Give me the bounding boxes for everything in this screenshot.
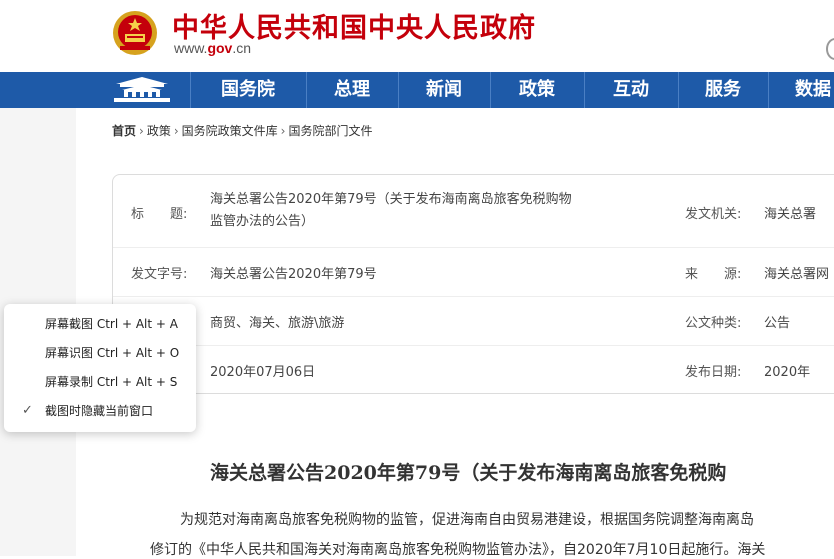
nav-item-news[interactable]: 新闻 [398, 72, 490, 108]
pubdate-value: 2020年 [764, 365, 811, 380]
main-nav: 国务院 总理 新闻 政策 互动 服务 数据 [0, 72, 834, 108]
menu-item-screen-record[interactable]: 屏幕录制 Ctrl + Alt + S [4, 368, 196, 396]
date-value: 2020年07月06日 [210, 365, 316, 380]
nav-item-policy[interactable]: 政策 [490, 72, 584, 108]
menu-item-label: 屏幕截图 Ctrl + Alt + A [45, 317, 178, 331]
issuer-value: 海关总署 [764, 207, 817, 222]
menu-item-label: 截图时隐藏当前窗口 [45, 404, 154, 418]
pubdate-label: 发布日期: [685, 365, 742, 380]
site-header: 中华人民共和国中央人民政府 www.gov.cn [0, 0, 834, 72]
national-emblem-icon[interactable] [112, 10, 158, 56]
menu-item-screen-capture[interactable]: 屏幕截图 Ctrl + Alt + A [4, 310, 196, 338]
article-title: 海关总署公告2020年第79号（关于发布海南离岛旅客免税购 [210, 462, 727, 484]
breadcrumb-separator: › [280, 124, 286, 138]
breadcrumb-department-docs[interactable]: 国务院部门文件 [288, 124, 372, 138]
breadcrumb: 首页 › 政策 › 国务院政策文件库 › 国务院部门文件 [112, 122, 373, 139]
article-paragraph: 为规范对海南离岛旅客免税购物的监管，促进海南自由贸易港建设，根据国务院调整海南离… [180, 512, 754, 528]
menu-item-screen-ocr[interactable]: 屏幕识图 Ctrl + Alt + O [4, 339, 196, 367]
breadcrumb-separator: › [139, 124, 144, 138]
source-label: 来 源: [685, 267, 742, 282]
menu-item-label: 屏幕识图 Ctrl + Alt + O [45, 346, 180, 360]
screenshot-context-menu: 屏幕截图 Ctrl + Alt + A 屏幕识图 Ctrl + Alt + O … [4, 304, 196, 432]
nav-item-interaction[interactable]: 互动 [584, 72, 678, 108]
article-paragraph: 修订的《中华人民共和国海关对海南离岛旅客免税购物监管办法》，自2020年7月10… [150, 542, 766, 558]
checkmark-icon: ✓ [22, 403, 33, 418]
document-info-table: 标 题: 海关总署公告2020年第79号（关于发布海南离岛旅客免税购物监管办法的… [112, 174, 834, 394]
menu-item-hide-window[interactable]: ✓ 截图时隐藏当前窗口 [4, 397, 196, 425]
title-label: 标 题: [131, 207, 188, 222]
url-gov: gov [207, 40, 233, 56]
breadcrumb-policy-library[interactable]: 国务院政策文件库 [182, 124, 278, 138]
url-suffix: .cn [232, 40, 252, 56]
title-value: 海关总署公告2020年第79号（关于发布海南离岛旅客免税购物监管办法的公告） [210, 192, 572, 229]
menu-item-label: 屏幕录制 Ctrl + Alt + S [45, 375, 178, 389]
tiananmen-gate-icon[interactable] [110, 75, 174, 105]
docno-value: 海关总署公告2020年第79号 [210, 267, 377, 282]
nav-item-data[interactable]: 数据 [768, 72, 834, 108]
nav-item-premier[interactable]: 总理 [306, 72, 398, 108]
nav-item-services[interactable]: 服务 [678, 72, 768, 108]
row-divider [113, 296, 834, 297]
source-value: 海关总署网 [764, 267, 830, 282]
site-url[interactable]: www.gov.cn [174, 40, 251, 56]
doctype-label: 公文种类: [685, 316, 742, 331]
doctype-value: 公告 [764, 316, 791, 331]
breadcrumb-policy[interactable]: 政策 [147, 124, 171, 138]
docno-label: 发文字号: [131, 267, 188, 282]
url-prefix: www. [174, 40, 208, 56]
search-icon[interactable] [826, 38, 834, 60]
row-divider [113, 345, 834, 346]
breadcrumb-home[interactable]: 首页 [112, 124, 136, 138]
issuer-label: 发文机关: [685, 207, 742, 222]
row-divider [113, 247, 834, 248]
breadcrumb-separator: › [173, 124, 179, 138]
topic-value: 商贸、海关、旅游\旅游 [210, 316, 345, 331]
nav-item-state-council[interactable]: 国务院 [190, 72, 306, 108]
